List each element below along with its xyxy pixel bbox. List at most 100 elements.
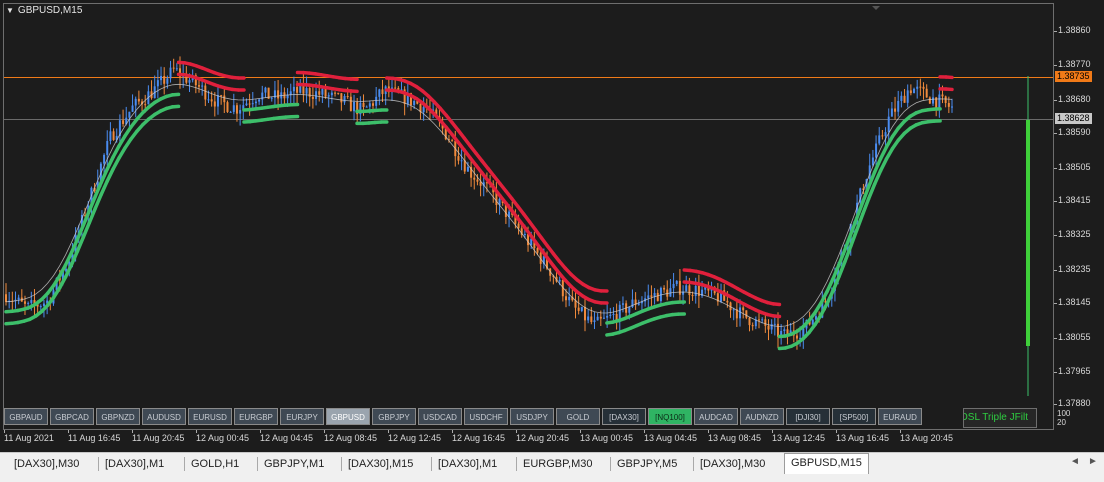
price-tick-label: 1.37880 (1058, 398, 1091, 408)
symbol-button-gbpcad[interactable]: GBPCAD (50, 408, 94, 425)
time-tick-label: 12 Aug 20:45 (516, 433, 569, 443)
symbol-button-usdjpy[interactable]: USDJPY (510, 408, 554, 425)
price-tick-label: 1.38415 (1058, 195, 1091, 205)
band-segment (774, 304, 780, 305)
candle-body (739, 307, 741, 318)
chart-tab[interactable]: EURGBP,M30 (523, 455, 593, 473)
symbol-button-dax30[interactable]: [DAX30] (602, 408, 646, 425)
chart-menu-icon[interactable]: ▼ (6, 6, 14, 15)
symbol-button-euraud[interactable]: EURAUD (878, 408, 922, 425)
symbol-button-usdcad[interactable]: USDCAD (418, 408, 462, 425)
symbol-button-audusd[interactable]: AUDUSD (142, 408, 186, 425)
candle-body (894, 109, 896, 112)
candle-body (372, 103, 374, 106)
candle-body (306, 88, 308, 94)
candle-body (878, 135, 880, 143)
symbol-button-gbpjpy[interactable]: GBPJPY (372, 408, 416, 425)
candle-body (223, 96, 225, 103)
band-segment (774, 316, 780, 317)
symbol-button-gbpnzd[interactable]: GBPNZD (96, 408, 140, 425)
chart-window[interactable]: ▼ GBPUSD,M15 1.388601.387701.386801.3859… (0, 0, 1104, 452)
candle-body (201, 86, 203, 87)
chart-tab[interactable]: [DAX30],M1 (105, 455, 164, 473)
candle-body (473, 178, 475, 180)
candle-body (600, 317, 602, 319)
band-segment (887, 137, 893, 147)
candle-body (163, 76, 165, 84)
symbol-button-eurusd[interactable]: EURUSD (188, 408, 232, 425)
time-tick-label: 13 Aug 04:45 (644, 433, 697, 443)
candles (5, 56, 953, 349)
candle-body (43, 304, 45, 307)
sub-level-20: 20 (1057, 418, 1070, 427)
candle-body (277, 90, 279, 98)
symbol-button-gbpaud[interactable]: GBPAUD (4, 408, 48, 425)
price-tick-label: 1.38055 (1058, 332, 1091, 342)
candle-body (461, 160, 463, 161)
symbol-button-audcad[interactable]: AUDCAD (694, 408, 738, 425)
candle-body (255, 102, 257, 104)
chart-tab[interactable]: GBPJPY,M5 (617, 455, 677, 473)
candle-body (559, 280, 561, 282)
tab-separator (516, 457, 517, 471)
tab-separator (341, 457, 342, 471)
price-tick-label: 1.38505 (1058, 162, 1091, 172)
symbol-button-eurjpy[interactable]: EURJPY (280, 408, 324, 425)
candle-body (220, 95, 222, 96)
chart-canvas[interactable] (4, 4, 1054, 430)
candle-body (597, 317, 599, 321)
candle-body (593, 320, 595, 322)
candle-body (774, 324, 776, 325)
candle-body (252, 103, 254, 104)
time-axis[interactable]: 11 Aug 202111 Aug 16:4511 Aug 20:4512 Au… (0, 431, 1054, 449)
candle-body (945, 96, 947, 103)
candle-body (910, 90, 912, 93)
price-tick-label: 1.38590 (1058, 127, 1091, 137)
symbol-button-gbpusd[interactable]: GBPUSD (326, 408, 370, 425)
candle-body (752, 325, 754, 326)
symbol-button-audnzd[interactable]: AUDNZD (740, 408, 784, 425)
chart-title: ▼ GBPUSD,M15 (6, 5, 82, 16)
candle-body (467, 167, 469, 172)
candle-body (378, 89, 380, 96)
candle-body (271, 98, 273, 99)
price-axis[interactable]: 1.388601.387701.386801.385901.385051.384… (1054, 0, 1104, 452)
symbol-button-dji30[interactable]: [DJI30] (786, 408, 830, 425)
candle-body (226, 102, 228, 112)
chart-tab[interactable]: [DAX30],M1 (438, 455, 497, 473)
chart-tab[interactable]: [DAX30],M15 (348, 455, 413, 473)
symbol-button-eurgbp[interactable]: EURGBP (234, 408, 278, 425)
candle-body (170, 68, 172, 79)
symbol-button-sp500[interactable]: [SP500] (832, 408, 876, 425)
candle-body (726, 301, 728, 303)
time-tick-label: 13 Aug 00:45 (580, 433, 633, 443)
candle-body (366, 107, 368, 108)
candle-body (663, 288, 665, 290)
tab-separator (257, 457, 258, 471)
symbol-button-gold[interactable]: GOLD (556, 408, 600, 425)
symbol-button-nq100[interactable]: [NQ100] (648, 408, 692, 425)
candle-body (293, 87, 295, 91)
candle-body (628, 307, 630, 313)
price-tick-label: 1.38145 (1058, 297, 1091, 307)
candle-body (157, 80, 159, 86)
chart-tab[interactable]: GBPJPY,M1 (264, 455, 324, 473)
tab-scroll-right-icon[interactable]: ► (1088, 456, 1098, 467)
candle-body (761, 319, 763, 320)
candle-body (138, 99, 140, 102)
candle-body (347, 96, 349, 97)
price-chart[interactable] (3, 3, 1054, 430)
chart-tab[interactable]: GOLD,H1 (191, 455, 239, 473)
shift-marker-icon[interactable] (872, 6, 880, 10)
tab-scroll-left-icon[interactable]: ◄ (1070, 456, 1080, 467)
candle-body (796, 335, 798, 338)
chart-tab[interactable]: GBPUSD,M15 (784, 453, 869, 474)
candle-body (375, 97, 377, 106)
candle-body (581, 307, 583, 311)
symbol-button-usdchf[interactable]: USDCHF (464, 408, 508, 425)
chart-tab[interactable]: [DAX30],M30 (14, 455, 79, 473)
candle-body (881, 135, 883, 136)
time-tick-label: 13 Aug 08:45 (708, 433, 761, 443)
chart-tab[interactable]: [DAX30],M30 (700, 455, 765, 473)
candle-body (166, 78, 168, 83)
